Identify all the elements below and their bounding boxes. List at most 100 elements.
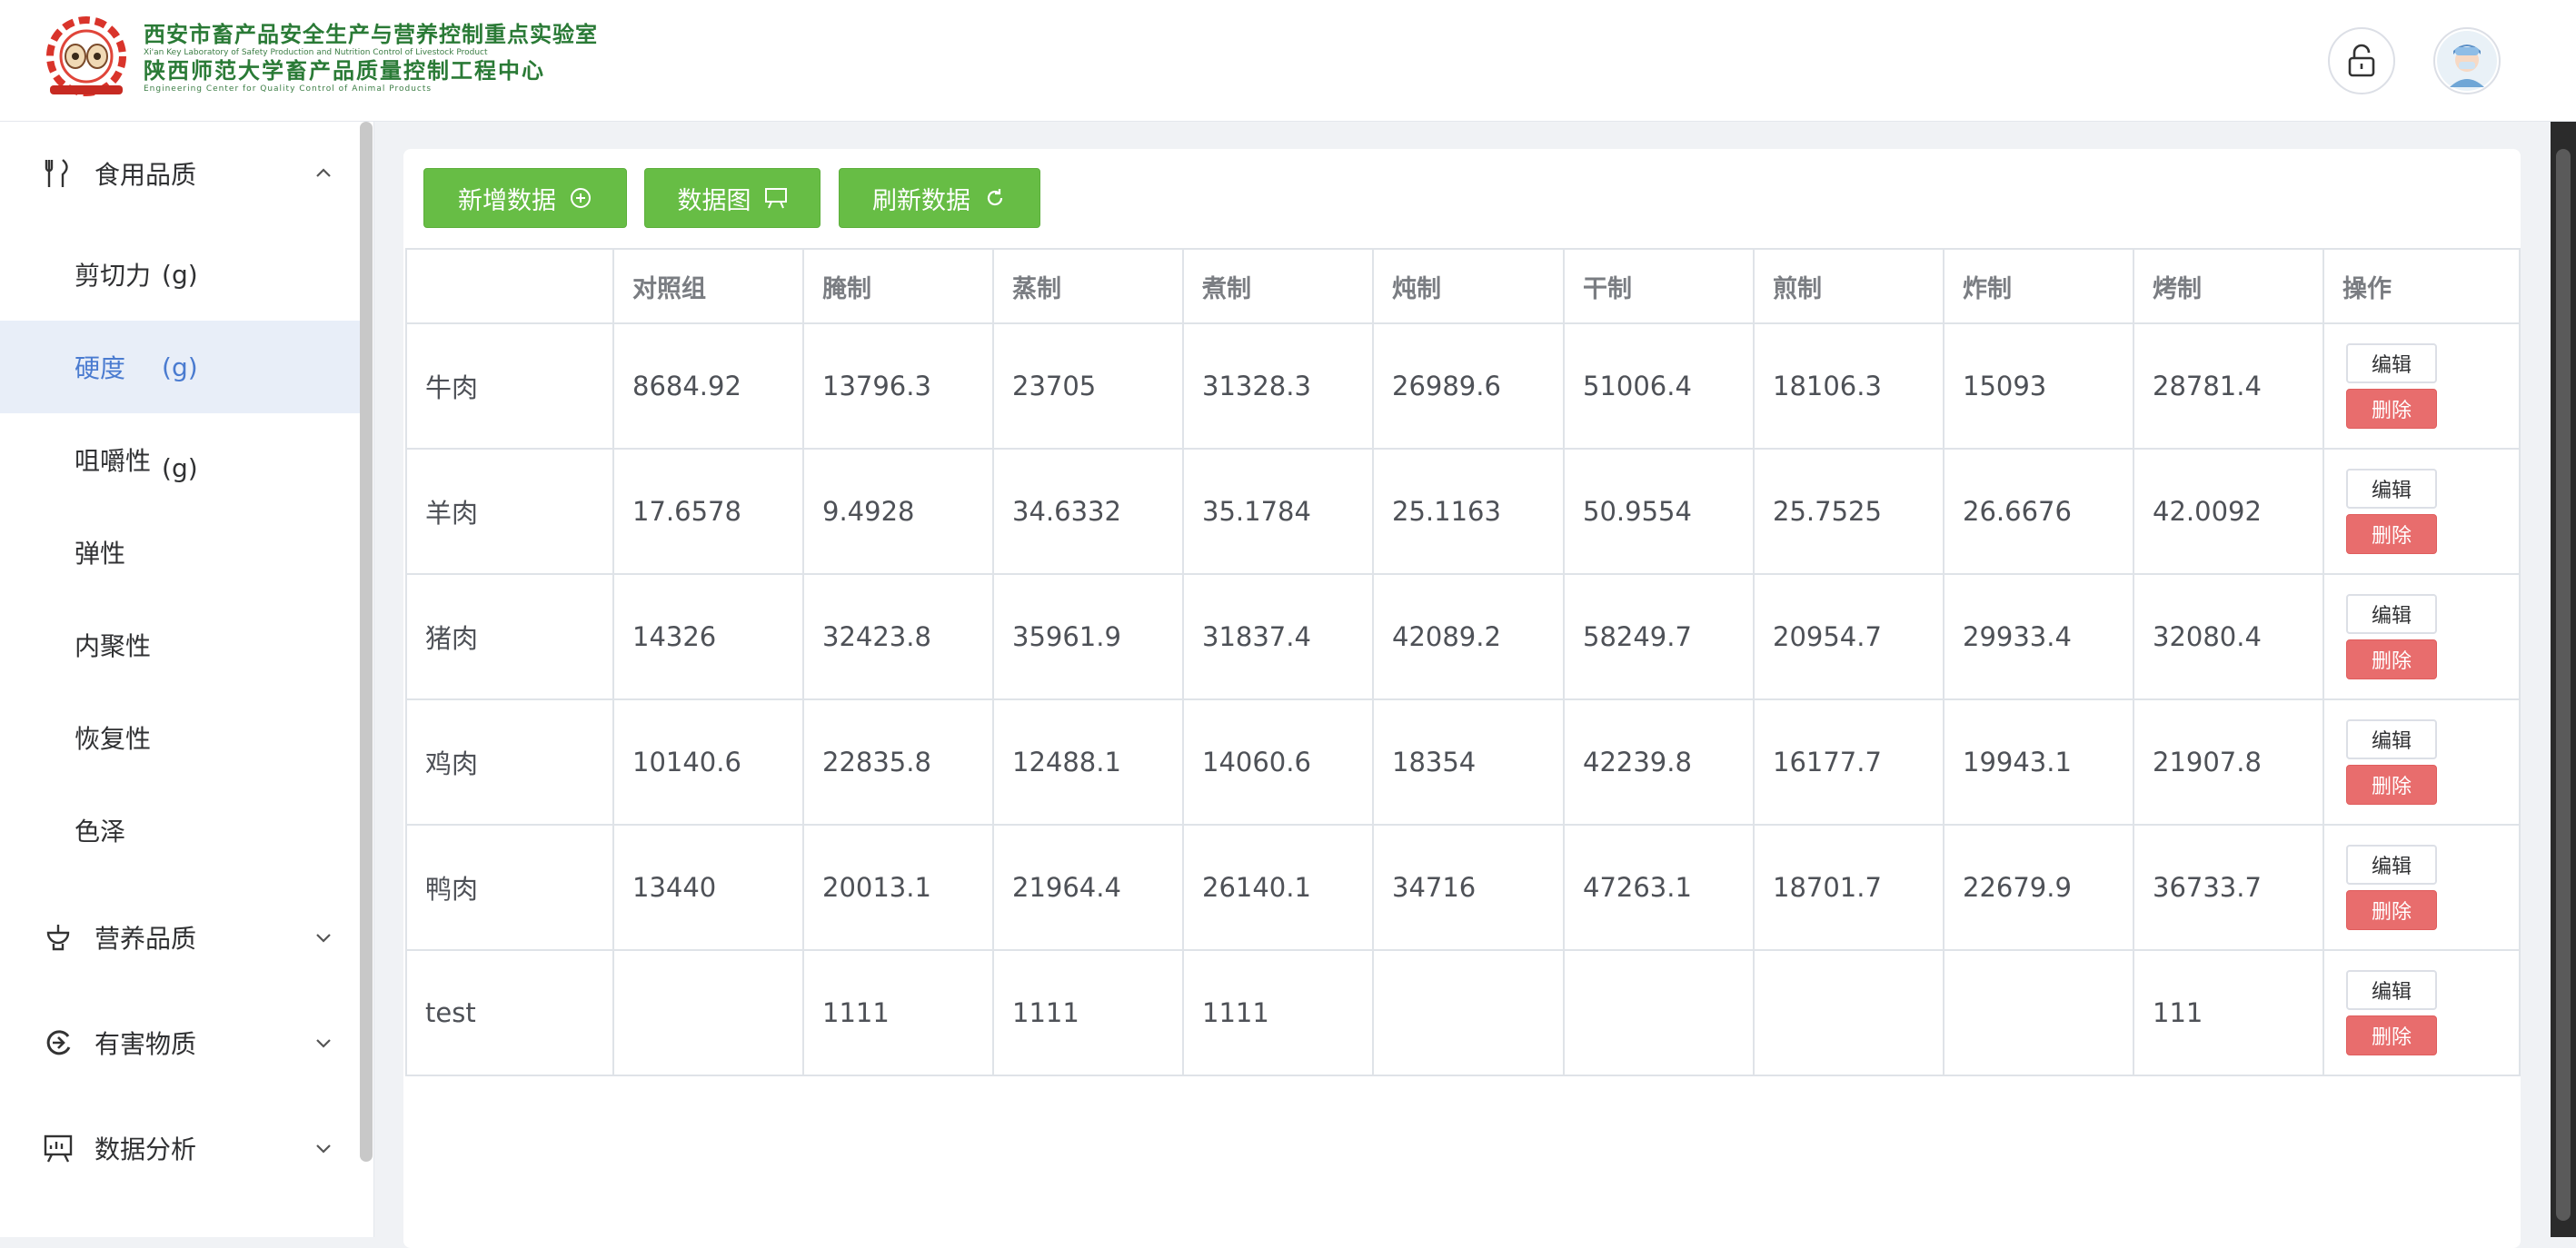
table-cell: 1111 [802, 949, 994, 1076]
table-cell: 1111 [992, 949, 1184, 1076]
chevron-down-icon [316, 934, 331, 943]
table-cell: 17.6578 [612, 448, 804, 575]
edit-button[interactable]: 编辑 [2346, 594, 2437, 634]
table-cell: 21964.4 [992, 824, 1184, 951]
table-cell: 牛肉 [405, 322, 614, 450]
hardness-data-table: 对照组 腌制 蒸制 煮制 炖制 干制 煎制 炸制 烤制 操作 牛肉 8684.9… [405, 248, 2521, 1076]
table-cell: 111 [2133, 949, 2324, 1076]
table-row: 猪肉 14326 32423.8 35961.9 31837.4 42089.2… [405, 573, 2521, 700]
edit-button[interactable]: 编辑 [2346, 845, 2437, 885]
table-cell: 9.4928 [802, 448, 994, 575]
sidebar-item-label: 色泽 [75, 817, 126, 847]
table-cell: 18106.3 [1753, 322, 1944, 450]
delete-button[interactable]: 删除 [2346, 639, 2437, 679]
table-cell: 22679.9 [1943, 824, 2134, 951]
row-actions: 编辑 删除 [2322, 949, 2521, 1076]
table-cell [1563, 949, 1755, 1076]
table-cell: 23705 [992, 322, 1184, 450]
table-cell: 20013.1 [802, 824, 994, 951]
edit-button[interactable]: 编辑 [2346, 970, 2437, 1010]
table-cell: 猪肉 [405, 573, 614, 700]
table-cell: 36733.7 [2133, 824, 2324, 951]
user-avatar[interactable] [2433, 27, 2501, 94]
table-cell: 32423.8 [802, 573, 994, 700]
page-scrollbar[interactable] [2551, 122, 2576, 1237]
menu-group-label: 有害物质 [94, 1029, 197, 1059]
table-cell: 34.6332 [992, 448, 1184, 575]
column-header: 操作 [2322, 248, 2521, 324]
chevron-up-icon [316, 168, 331, 177]
menu-group-data-analysis[interactable]: 数据分析 [0, 1103, 363, 1194]
table-cell: 25.1163 [1372, 448, 1565, 575]
page-scrollbar-thumb[interactable] [2556, 149, 2571, 1221]
table-cell: 13440 [612, 824, 804, 951]
table-cell: 42239.8 [1563, 698, 1755, 826]
table-row: 鸭肉 13440 20013.1 21964.4 26140.1 34716 4… [405, 824, 2521, 951]
delete-button[interactable]: 删除 [2346, 1015, 2437, 1055]
sidebar-item-resilience[interactable]: 恢复性 [0, 691, 363, 784]
table-cell: 羊肉 [405, 448, 614, 575]
sidebar-item-shear-force[interactable]: 剪切力 (g) [0, 228, 363, 321]
sidebar-scrollbar[interactable] [360, 122, 373, 1162]
logout-lock-button[interactable] [2328, 27, 2395, 94]
column-header: 腌制 [802, 248, 994, 324]
table-cell: 42089.2 [1372, 573, 1565, 700]
delete-button[interactable]: 删除 [2346, 514, 2437, 554]
sidebar-item-color[interactable]: 色泽 [0, 784, 363, 877]
column-header: 煎制 [1753, 248, 1944, 324]
edit-button[interactable]: 编辑 [2346, 719, 2437, 759]
sidebar-item-label: 剪切力 [75, 261, 152, 291]
sidebar-item-label: 咀嚼性 [75, 446, 152, 476]
add-data-label: 新增数据 [458, 186, 556, 215]
table-cell: 22835.8 [802, 698, 994, 826]
lab-logo [36, 16, 136, 100]
menu-group-harmful-substances[interactable]: 有害物质 [0, 997, 363, 1088]
refresh-data-button[interactable]: 刷新数据 [839, 168, 1040, 228]
chart-board-icon [764, 186, 788, 210]
table-cell: 25.7525 [1753, 448, 1944, 575]
column-header: 煮制 [1182, 248, 1374, 324]
menu-group-edible-quality[interactable]: 食用品质 [0, 128, 363, 219]
row-actions: 编辑 删除 [2322, 824, 2521, 951]
table-cell: 18701.7 [1753, 824, 1944, 951]
column-header: 蒸制 [992, 248, 1184, 324]
sidebar-item-springiness[interactable]: 弹性 [0, 506, 363, 599]
row-actions: 编辑 删除 [2322, 573, 2521, 700]
column-header: 炸制 [1943, 248, 2134, 324]
delete-button[interactable]: 删除 [2346, 389, 2437, 429]
nutrition-icon [40, 919, 76, 956]
doctor-avatar-icon [2437, 31, 2497, 91]
table-cell [1372, 949, 1565, 1076]
chart-board-icon [40, 1130, 76, 1166]
sidebar-item-label: 硬度 [75, 353, 126, 383]
app-header: 西安市畜产品安全生产与营养控制重点实验室 Xi'an Key Laborator… [0, 0, 2576, 122]
table-cell: 26989.6 [1372, 322, 1565, 450]
table-cell: 12488.1 [992, 698, 1184, 826]
table-cell: 15093 [1943, 322, 2134, 450]
table-cell: 鸭肉 [405, 824, 614, 951]
row-actions: 编辑 删除 [2322, 448, 2521, 575]
data-chart-label: 数据图 [677, 186, 751, 215]
delete-button[interactable]: 删除 [2346, 765, 2437, 805]
table-cell [612, 949, 804, 1076]
column-header: 烤制 [2133, 248, 2324, 324]
sidebar-item-chewiness[interactable]: 咀嚼性 (g) [0, 413, 363, 506]
table-row: test 1111 1111 1111 111 编辑 删除 [405, 949, 2521, 1076]
org-name-line2: Xi'an Key Laboratory of Safety Productio… [144, 48, 488, 57]
edit-button[interactable]: 编辑 [2346, 343, 2437, 383]
edit-button[interactable]: 编辑 [2346, 469, 2437, 509]
chevron-down-icon [316, 1144, 331, 1154]
table-cell: 35961.9 [992, 573, 1184, 700]
delete-button[interactable]: 删除 [2346, 890, 2437, 930]
column-header [405, 248, 614, 324]
sidebar-item-label: 内聚性 [75, 631, 152, 661]
menu-group-nutrition-quality[interactable]: 营养品质 [0, 892, 363, 983]
sidebar-item-hardness[interactable]: 硬度 (g) [0, 321, 363, 413]
sidebar-item-cohesiveness[interactable]: 内聚性 [0, 599, 363, 691]
hazard-icon [40, 1025, 76, 1061]
table-cell: 13796.3 [802, 322, 994, 450]
column-header: 炖制 [1372, 248, 1565, 324]
refresh-icon [983, 186, 1007, 210]
data-chart-button[interactable]: 数据图 [644, 168, 821, 228]
add-data-button[interactable]: 新增数据 [423, 168, 627, 228]
